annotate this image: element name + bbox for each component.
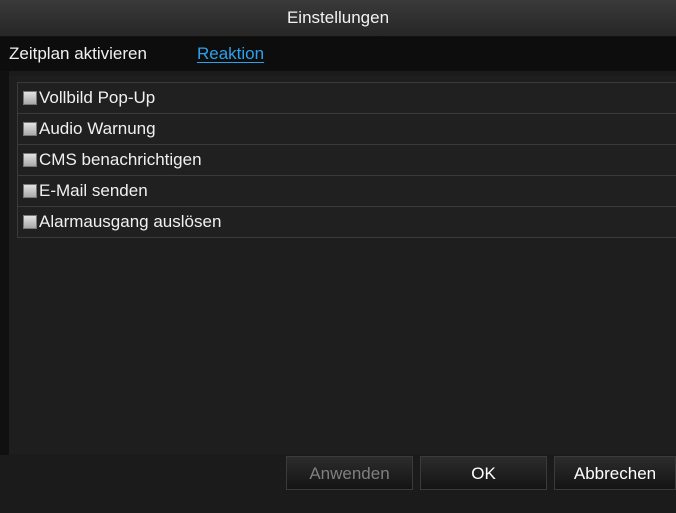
- ok-button[interactable]: OK: [420, 456, 547, 490]
- tab-bar: Zeitplan aktivieren Reaktion: [0, 37, 676, 71]
- checkbox-audio-warnung[interactable]: [23, 122, 37, 136]
- content-panel: Vollbild Pop-Up Audio Warnung CMS benach…: [9, 76, 676, 454]
- list-item-audio-warnung[interactable]: Audio Warnung: [18, 114, 676, 145]
- title-bar[interactable]: Einstellungen: [0, 0, 676, 37]
- action-list: Vollbild Pop-Up Audio Warnung CMS benach…: [17, 82, 676, 238]
- action-label: CMS benachrichtigen: [39, 150, 202, 169]
- list-item-cms-benachrichtigen[interactable]: CMS benachrichtigen: [18, 145, 676, 176]
- tab-reaktion[interactable]: Reaktion: [197, 37, 264, 71]
- left-edge: [0, 71, 9, 513]
- checkbox-email-senden[interactable]: [23, 184, 37, 198]
- tab-zeitplan-aktivieren[interactable]: Zeitplan aktivieren: [9, 37, 147, 71]
- dialog-title: Einstellungen: [286, 8, 390, 27]
- checkbox-cms-benachrichtigen[interactable]: [23, 153, 37, 167]
- apply-button[interactable]: Anwenden: [286, 456, 413, 490]
- cancel-button[interactable]: Abbrechen: [554, 456, 676, 490]
- button-bar: Anwenden OK Abbrechen: [0, 455, 676, 513]
- list-item-email-senden[interactable]: E-Mail senden: [18, 176, 676, 207]
- list-item-alarmausgang-ausloesen[interactable]: Alarmausgang auslösen: [18, 207, 676, 237]
- settings-dialog: Einstellungen Zeitplan aktivieren Reakti…: [0, 0, 676, 513]
- checkbox-vollbild-popup[interactable]: [23, 91, 37, 105]
- action-label: Vollbild Pop-Up: [39, 88, 156, 107]
- checkbox-alarmausgang-ausloesen[interactable]: [23, 215, 37, 229]
- action-label: Audio Warnung: [39, 119, 156, 138]
- list-item-vollbild-popup[interactable]: Vollbild Pop-Up: [18, 83, 676, 114]
- action-label: E-Mail senden: [39, 181, 148, 200]
- action-label: Alarmausgang auslösen: [39, 212, 222, 231]
